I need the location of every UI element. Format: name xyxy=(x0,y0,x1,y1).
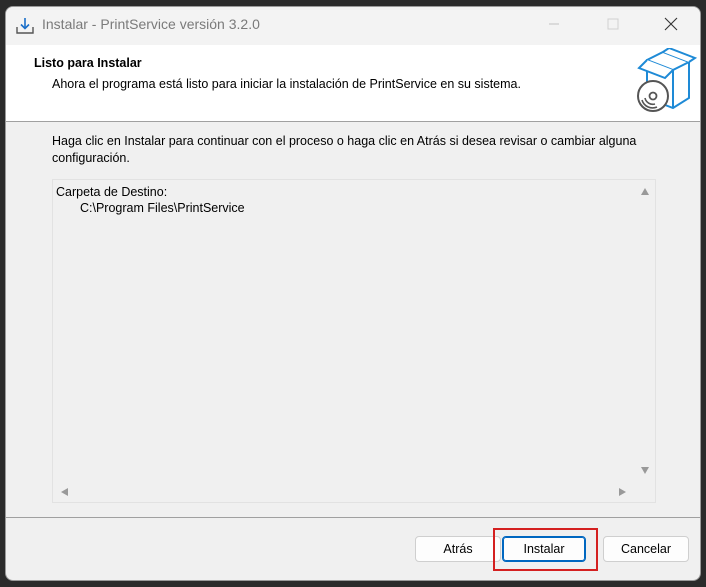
minimize-icon xyxy=(549,23,559,25)
scroll-right-icon[interactable] xyxy=(619,488,626,496)
close-button[interactable] xyxy=(649,7,693,41)
title-bar[interactable]: Instalar - PrintService versión 3.2.0 xyxy=(6,7,700,45)
scrollbar-corner xyxy=(635,482,655,502)
header-divider xyxy=(6,121,700,122)
page-title: Listo para Instalar xyxy=(34,56,142,70)
window-title: Instalar - PrintService versión 3.2.0 xyxy=(42,16,260,32)
memo-text: Carpeta de Destino: C:\Program Files\Prin… xyxy=(56,184,245,216)
close-icon xyxy=(664,17,678,31)
cancel-button[interactable]: Cancelar xyxy=(603,536,689,562)
page-subtitle: Ahora el programa está listo para inicia… xyxy=(52,77,521,91)
wizard-header: Listo para Instalar Ahora el programa es… xyxy=(6,45,700,121)
horizontal-scrollbar[interactable] xyxy=(53,482,635,502)
memo-line-destination-path: C:\Program Files\PrintService xyxy=(80,201,245,215)
back-button[interactable]: Atrás xyxy=(415,536,501,562)
footer-divider xyxy=(6,517,700,518)
install-button[interactable]: Instalar xyxy=(502,536,586,562)
memo-line-destination-label: Carpeta de Destino: xyxy=(56,185,168,199)
instruction-text: Haga clic en Instalar para continuar con… xyxy=(52,134,637,165)
vertical-scrollbar[interactable] xyxy=(635,180,655,482)
minimize-button[interactable] xyxy=(532,7,576,41)
scroll-down-icon[interactable] xyxy=(641,467,649,474)
ready-memo[interactable]: Carpeta de Destino: C:\Program Files\Prin… xyxy=(52,179,656,503)
maximize-icon xyxy=(607,18,619,30)
scroll-left-icon[interactable] xyxy=(61,488,68,496)
maximize-button[interactable] xyxy=(591,7,635,41)
installer-window: Instalar - PrintService versión 3.2.0 Li… xyxy=(5,6,701,581)
download-arrow-icon xyxy=(15,16,35,36)
scroll-up-icon[interactable] xyxy=(641,188,649,195)
software-box-disc-icon xyxy=(633,46,698,114)
